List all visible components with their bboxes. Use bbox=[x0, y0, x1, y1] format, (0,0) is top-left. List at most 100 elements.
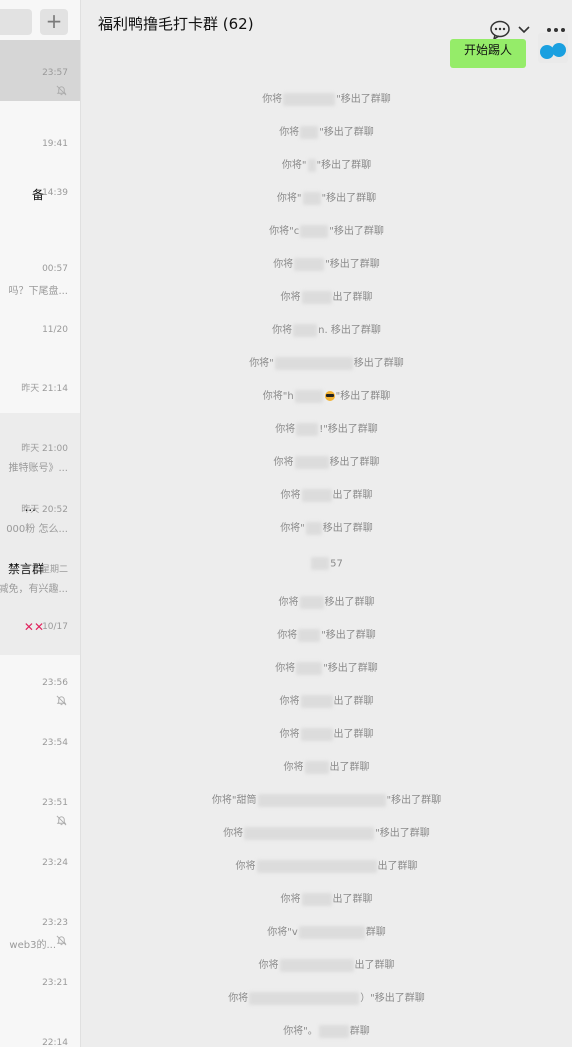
redacted-name bbox=[298, 628, 321, 642]
chat-list-item[interactable]: 11/20 bbox=[0, 297, 80, 358]
notice-prefix: 你将 bbox=[279, 729, 300, 740]
notice-suffix: 57 bbox=[330, 558, 343, 570]
notice-prefix: 你将 bbox=[258, 960, 279, 971]
chat-title: ✕✕ bbox=[23, 620, 44, 634]
notice-prefix: 你将 bbox=[275, 663, 296, 674]
add-chat-button[interactable]: + bbox=[40, 9, 68, 35]
system-notice: 你将 !"移出了群聊 bbox=[81, 420, 572, 436]
chat-time: 昨天 21:14 bbox=[21, 384, 68, 394]
group-title: 福利鸭撸毛打卡群 (62) bbox=[98, 15, 254, 33]
chat-list-item[interactable]: 星期二 禁言群 减免，有兴趣... bbox=[0, 534, 80, 595]
notice-prefix: 你将 bbox=[228, 993, 249, 1004]
chat-list-item[interactable]: 23:56 bbox=[0, 650, 80, 711]
system-notice: 你将"移出了群聊 bbox=[81, 626, 572, 642]
system-notice: 你将"移出了群聊 bbox=[81, 123, 572, 139]
notice-suffix: 出了群聊 bbox=[333, 696, 374, 707]
notice-prefix: 你将 bbox=[280, 292, 301, 303]
notice-suffix: 移出了群聊 bbox=[329, 457, 380, 468]
redacted-name bbox=[305, 521, 322, 535]
chat-preview: web3的... bbox=[9, 940, 56, 951]
system-notice: 你将 出了群聊 bbox=[81, 758, 572, 774]
redacted-name bbox=[283, 92, 336, 106]
system-notice: 你将 出了群聊 bbox=[81, 956, 572, 972]
sent-message-bubble[interactable]: 开始踢人 bbox=[450, 39, 526, 68]
chat-list-item[interactable]: 昨天 21:00 推特账号》... bbox=[0, 413, 80, 474]
system-notice: 你将"v 群聊 bbox=[81, 923, 572, 939]
mute-bell-icon bbox=[56, 935, 67, 946]
system-notice: 你将 移出了群聊 bbox=[81, 453, 572, 469]
notice-prefix: 你将"c bbox=[269, 226, 300, 237]
chat-list-item[interactable]: 23:21 bbox=[0, 950, 80, 1011]
redacted-name bbox=[249, 991, 360, 1005]
notice-prefix: 你将 bbox=[275, 424, 296, 435]
chat-time: 23:54 bbox=[42, 738, 68, 748]
notice-prefix: 你将 bbox=[277, 630, 298, 641]
chat-list-item[interactable]: 10/17 ✕✕ bbox=[0, 594, 80, 655]
notice-prefix: 你将" bbox=[249, 358, 274, 369]
notice-suffix: "移出了群聊 bbox=[336, 94, 391, 105]
notice-suffix: "移出了群聊 bbox=[325, 259, 380, 270]
notice-prefix: 你将 bbox=[279, 696, 300, 707]
chat-time: 19:41 bbox=[42, 139, 68, 149]
notice-suffix: "移出了群聊 bbox=[375, 828, 430, 839]
chat-info-icon[interactable] bbox=[490, 20, 512, 40]
redacted-name bbox=[300, 125, 319, 139]
notice-prefix: 你将 bbox=[235, 861, 256, 872]
redacted-name bbox=[301, 488, 332, 502]
system-notice: 你将 出了群聊 bbox=[81, 857, 572, 873]
chat-list-item[interactable]: 昨天 21:14 bbox=[0, 353, 80, 414]
notice-prefix: 你将" bbox=[280, 523, 305, 534]
search-input[interactable] bbox=[0, 9, 32, 35]
chat-preview: 000粉 怎么... bbox=[6, 524, 68, 535]
redacted-name bbox=[301, 290, 332, 304]
notice-suffix: 群聊 bbox=[365, 927, 386, 938]
notice-prefix: 你将" bbox=[276, 193, 302, 204]
system-notice: 你将" 移出了群聊 bbox=[81, 519, 572, 535]
avatar[interactable] bbox=[538, 33, 568, 63]
system-notice: 你将 出了群聊 bbox=[81, 725, 572, 741]
sunglasses-emoji-icon bbox=[324, 391, 335, 401]
chat-list-item[interactable]: 00:57 吗？下尾盘... bbox=[0, 236, 80, 297]
notice-prefix: 你将 bbox=[273, 457, 294, 468]
chat-list-item[interactable]: 23:23 web3的... bbox=[0, 890, 80, 951]
redacted-name bbox=[300, 224, 329, 238]
chat-title: 禁言群 bbox=[7, 562, 44, 576]
notice-prefix: 你将 bbox=[280, 894, 301, 905]
notice-suffix: "移出了群聊 bbox=[335, 391, 391, 402]
redacted-name bbox=[257, 793, 386, 807]
notice-prefix: 你将 bbox=[262, 94, 283, 105]
notice-suffix: "移出了群聊 bbox=[321, 193, 377, 204]
chat-list-item[interactable]: 23:57 bbox=[0, 40, 80, 101]
redacted-name bbox=[294, 257, 325, 271]
chat-list-item[interactable]: 23:54 bbox=[0, 710, 80, 771]
notice-suffix: 出了群聊 bbox=[377, 861, 418, 872]
notice-suffix: 出了群聊 bbox=[354, 960, 395, 971]
system-notice: 你将"移出了群聊 bbox=[81, 659, 572, 675]
redacted-name bbox=[296, 661, 323, 675]
notice-suffix: 移出了群聊 bbox=[322, 523, 373, 534]
system-notice: 你将" "移出了群聊 bbox=[81, 156, 572, 172]
redacted-name bbox=[244, 826, 375, 840]
system-notice: 你将"移出了群聊 bbox=[81, 255, 572, 271]
chat-list-item[interactable]: 14:39 备 bbox=[0, 160, 80, 221]
system-notice: 你将 出了群聊 bbox=[81, 692, 572, 708]
chevron-down-icon[interactable] bbox=[518, 25, 530, 35]
system-notice: 你将"移出了群聊 bbox=[81, 824, 572, 840]
system-notice: 你将 n. 移出了群聊 bbox=[81, 321, 572, 337]
notice-suffix: 出了群聊 bbox=[333, 729, 374, 740]
chat-list-item[interactable]: 23:51 bbox=[0, 770, 80, 831]
notice-suffix: "移出了群聊 bbox=[316, 160, 372, 171]
chat-title: ... bbox=[24, 500, 36, 514]
redacted-name bbox=[311, 557, 330, 570]
chat-time: 23:51 bbox=[42, 798, 68, 808]
chat-preview: 吗？下尾盘... bbox=[8, 286, 68, 297]
chat-list-item[interactable]: 昨天 20:52... 000粉 怎么... bbox=[0, 474, 80, 535]
chat-list-item[interactable]: 23:24 bbox=[0, 830, 80, 891]
system-notice: 你将 "移出了群聊 bbox=[81, 90, 572, 106]
chat-time: 23:23 bbox=[42, 918, 68, 928]
notice-suffix: n. 移出了群聊 bbox=[318, 325, 381, 336]
notice-suffix: 出了群聊 bbox=[329, 762, 370, 773]
system-notice: 你将"h "移出了群聊 bbox=[81, 387, 572, 403]
redacted-name bbox=[318, 1024, 349, 1038]
chat-list-item[interactable]: 22:14 bbox=[0, 1010, 80, 1047]
